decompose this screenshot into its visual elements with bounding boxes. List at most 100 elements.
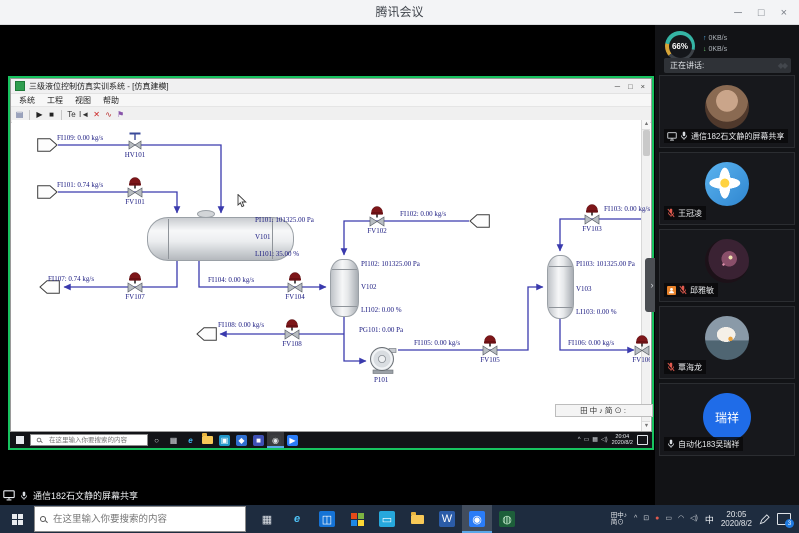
menu-item[interactable]: 帮助 [97,95,125,106]
run-icon[interactable]: ▶ [35,109,44,121]
maximize-icon[interactable]: □ [758,7,765,19]
keyboard-icon[interactable]: ▦ [592,436,598,444]
caret-up-icon[interactable]: ^ [578,436,581,444]
participants-sidebar: 66% ↑ 0KB/s ↓ 0KB/s 正在讲话: ◆◆ 通信182石文静的屏幕… [655,25,799,505]
taskbar-app-mail[interactable]: ▭ [372,505,402,533]
shared-clock[interactable]: 20:04 2020/8/2 [612,434,633,447]
shared-search-input[interactable] [47,436,147,445]
battery-icon[interactable]: ▭ [665,515,672,523]
host-clock[interactable]: 20:05 2020/8/2 [721,510,752,529]
toolbar-separator [61,110,62,120]
pen-icon[interactable] [759,514,770,525]
taskbar-app-photos[interactable]: ▣ [216,432,233,448]
process-diagram-canvas: ▲ ▼ HV101FV101FV107FV104FV102FV108FV105F… [12,120,650,431]
nozzle-icon [196,327,217,346]
taskbar-app-app-blue-1[interactable]: ◆ [233,432,250,448]
screenshot-icon[interactable]: ⊡ [643,515,649,523]
caret-up-icon[interactable]: ^ [634,515,637,523]
taskbar-app-tencent-meeting[interactable]: ▶ [284,432,301,448]
open-icon[interactable]: ⚑ [116,109,125,121]
participant-name: 通信182石文静的屏幕共享 [691,131,784,142]
diagram-label: LI101: 35.00 % [255,250,299,258]
ime-language-indicator[interactable]: 中 [705,513,714,526]
taskbar-app-edge[interactable]: e [282,505,312,533]
save-icon[interactable]: ▤ [15,109,24,121]
taskbar-app-store[interactable]: ◫ [312,505,342,533]
shared-taskbar-apps: ○▦e ▣◆ ■◉▶ [148,432,301,448]
avatar [705,162,749,206]
menu-item[interactable]: 工程 [41,95,69,106]
taskbar-app-office-hub[interactable] [342,505,372,533]
battery-icon[interactable]: ▭ [584,436,590,444]
equipment-label: FV101 [121,198,149,206]
taskbar-app-tencent-meeting[interactable]: ◉ [462,505,492,533]
participant-tile[interactable]: 瑞祥自动化183吴瑞祥 [659,383,795,456]
shared-ime-bar[interactable]: 田中♪简⊙: [555,404,653,417]
host-search-input[interactable] [51,513,245,526]
participant-tile[interactable]: 王冠凌 [659,152,795,225]
host-start-button[interactable] [0,505,34,533]
minimize-icon[interactable]: ─ [734,7,742,19]
participant-tile[interactable]: 邱雅敏 [659,229,795,302]
task-view-icon: ▦ [168,435,179,446]
trend-icon[interactable]: ∿ [104,109,113,121]
vessel-V103[interactable] [547,255,574,319]
app-blue-2-icon: ■ [253,435,264,446]
ime-toolbar[interactable]: 田中♪ 简⊙ [611,512,627,527]
participant-label: 自动化183吴瑞祥 [664,437,743,451]
volume-icon[interactable]: ◁) [690,515,698,523]
toolbar-separator [29,110,30,120]
diagram-label: FI102: 0.00 kg/s [400,210,446,218]
scrollbar-thumb[interactable] [643,130,650,156]
participant-label: 邱雅敏 [664,283,718,297]
taskbar-app-file-explorer[interactable] [402,505,432,533]
taskbar-app-task-view[interactable]: ▦ [165,432,182,448]
shared-search-box[interactable] [30,434,148,446]
scada-close-icon[interactable]: × [641,82,645,91]
stop-icon[interactable]: ■ [47,109,56,121]
host-search-box[interactable] [34,506,246,532]
avatar [705,85,749,129]
equipment-label: FV108 [278,340,306,348]
vessel-V102[interactable] [330,259,359,317]
menu-item[interactable]: 视图 [69,95,97,106]
taskbar-app-cortana[interactable]: ○ [148,432,165,448]
close-icon[interactable]: × [781,7,787,19]
step-tool-icon[interactable]: I◄ [79,109,89,121]
nozzle-icon [37,185,58,204]
taskbar-app-word[interactable]: W [432,505,462,533]
scroll-up-icon[interactable]: ▲ [642,120,650,130]
meeting-watermark-icon: ◆◆ [778,61,786,70]
recorder-dot-icon[interactable]: ● [655,515,659,523]
diagram-label: V102 [361,283,377,291]
taskbar-app-recorder[interactable]: ◉ [267,432,284,448]
participant-tile[interactable]: 覃海龙 [659,306,795,379]
menu-item[interactable]: 系统 [13,95,41,106]
notification-badge: 3 [785,519,794,528]
taskbar-app-browser-globe[interactable]: ◍ [492,505,522,533]
scada-minimize-icon[interactable]: ─ [615,82,620,91]
notification-center-icon[interactable]: 3 [777,513,791,525]
taskbar-app-file-explorer[interactable] [199,432,216,448]
taskbar-app-edge[interactable]: e [182,432,199,448]
scroll-down-icon[interactable]: ▼ [642,421,650,431]
shared-notification-icon[interactable] [637,435,648,445]
network-quality-value: 66% [669,35,692,58]
taskbar-app-app-blue-2[interactable]: ■ [250,432,267,448]
cut-icon[interactable]: ✕ [92,109,101,121]
avatar [705,239,749,283]
scada-titlebar: 三级液位控制仿真实训系统 - [仿真建模] ─ □ × [11,79,651,94]
taskbar-app-task-view[interactable]: ▦ [252,505,282,533]
volume-icon[interactable]: ◁) [601,436,608,444]
text-tool-icon[interactable]: Te [67,109,76,121]
host-taskbar-apps: ▦e◫ ▭ W◉◍ [252,505,522,533]
network-icon[interactable]: ◠ [678,515,684,523]
diagram-label: FI101: 0.74 kg/s [57,181,103,189]
app-blue-1-icon: ◆ [236,435,247,446]
search-icon [36,437,42,443]
network-rates: ↑ 0KB/s ↓ 0KB/s [703,33,727,55]
participant-tile[interactable]: 通信182石文静的屏幕共享 [659,75,795,148]
scada-maximize-icon[interactable]: □ [628,82,633,91]
shared-start-button[interactable] [10,432,30,448]
download-arrow-icon: ↓ [703,46,707,53]
